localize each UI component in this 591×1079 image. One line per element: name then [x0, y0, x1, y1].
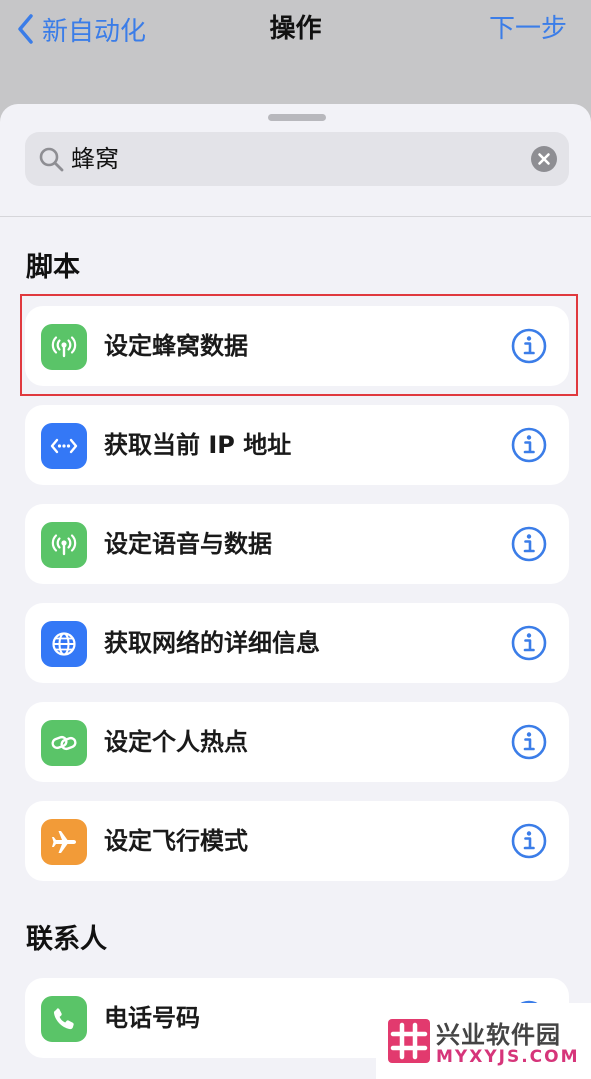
hotspot-link-icon [41, 720, 87, 766]
action-label: 获取网络的详细信息 [104, 629, 320, 657]
action-get-network-details[interactable]: 获取网络的详细信息 [25, 603, 569, 683]
search-field[interactable]: 蜂窝 [25, 132, 569, 186]
action-label: 设定个人热点 [104, 728, 248, 756]
info-icon[interactable] [511, 526, 547, 562]
ip-address-icon [41, 423, 87, 469]
info-icon[interactable] [511, 823, 547, 859]
action-set-airplane-mode[interactable]: 设定飞行模式 [25, 801, 569, 881]
section-header-contacts: 联系人 [26, 924, 107, 955]
cellular-antenna-icon [41, 522, 87, 568]
clear-search-icon[interactable] [531, 146, 557, 172]
phone-icon [41, 996, 87, 1042]
info-icon[interactable] [511, 625, 547, 661]
action-set-voice-data[interactable]: 设定语音与数据 [25, 504, 569, 584]
globe-icon [41, 621, 87, 667]
search-icon [39, 147, 64, 172]
action-label: 设定语音与数据 [104, 530, 272, 558]
action-label: 电话号码 [104, 1004, 200, 1032]
info-icon[interactable] [511, 724, 547, 760]
watermark-logo-icon [388, 1019, 430, 1063]
watermark-name: 兴业软件园 [436, 1021, 561, 1049]
actions-sheet: 蜂窝 脚本 设定蜂窝数据 获取当前 IP 地址 设定语音与数据 获取网络的详细信… [0, 104, 591, 1079]
airplane-icon [41, 819, 87, 865]
section-header-scripting: 脚本 [26, 252, 80, 283]
watermark: 兴业软件园 MYXYJS.COM [376, 1003, 591, 1079]
navigation-bar: 新自动化 操作 下一步 [0, 0, 591, 104]
sheet-grabber[interactable] [268, 114, 326, 121]
highlight-box [20, 294, 578, 396]
watermark-url: MYXYJS.COM [436, 1047, 580, 1067]
divider [0, 216, 591, 217]
action-get-current-ip[interactable]: 获取当前 IP 地址 [25, 405, 569, 485]
next-button[interactable]: 下一步 [489, 10, 567, 48]
action-label: 设定飞行模式 [104, 827, 248, 855]
info-icon[interactable] [511, 427, 547, 463]
action-label: 获取当前 IP 地址 [104, 431, 292, 459]
search-input[interactable]: 蜂窝 [71, 132, 119, 186]
action-set-personal-hotspot[interactable]: 设定个人热点 [25, 702, 569, 782]
